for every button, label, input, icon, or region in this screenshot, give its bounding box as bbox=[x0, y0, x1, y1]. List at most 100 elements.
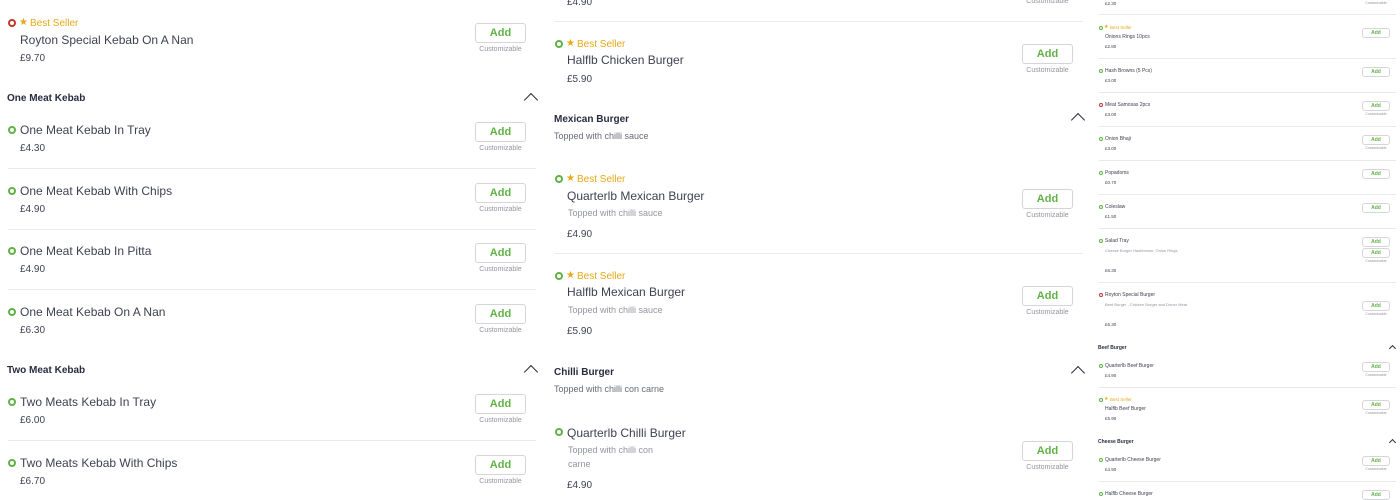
item-price: £3.00 bbox=[1105, 112, 1117, 117]
item-description: Beef Burger , Chicken Burger and Doner M… bbox=[1105, 302, 1188, 307]
star-icon: ★ bbox=[566, 38, 575, 49]
add-button[interactable]: Add bbox=[475, 243, 526, 263]
section-subtitle: Topped with chilli sauce bbox=[554, 131, 649, 141]
add-button[interactable]: Add bbox=[1362, 490, 1390, 500]
add-button[interactable]: Add bbox=[475, 304, 526, 324]
item-name: Two Meats Kebab With Chips bbox=[20, 456, 178, 470]
add-button[interactable]: Add bbox=[1362, 135, 1390, 145]
divider bbox=[555, 253, 1083, 254]
customizable-label: Customizable bbox=[1365, 373, 1387, 377]
section-title[interactable]: Mexican Burger bbox=[554, 114, 629, 125]
divider bbox=[1099, 126, 1396, 127]
nonveg-icon bbox=[1099, 103, 1103, 107]
section-title[interactable]: Two Meat Kebab bbox=[7, 365, 85, 376]
divider bbox=[1099, 228, 1396, 229]
veg-icon bbox=[8, 126, 16, 134]
add-button[interactable]: Add bbox=[1362, 301, 1390, 311]
add-button[interactable]: Add bbox=[1022, 441, 1073, 461]
item-description: Cheese Burger Hashbrown, Onion Rings bbox=[1105, 248, 1178, 253]
customizable-label: Customizable bbox=[479, 46, 522, 53]
veg-icon bbox=[1099, 69, 1103, 73]
item-name: Coleslaw bbox=[1105, 204, 1126, 210]
veg-icon bbox=[1099, 364, 1103, 368]
add-button[interactable]: Add bbox=[1362, 28, 1390, 38]
add-button[interactable]: Add bbox=[475, 23, 526, 43]
add-button[interactable]: Add bbox=[1362, 456, 1390, 466]
veg-icon bbox=[8, 459, 16, 467]
add-button[interactable]: Add bbox=[1362, 101, 1390, 111]
item-price: £4.90 bbox=[567, 229, 593, 240]
customizable-label: Customizable bbox=[1026, 0, 1069, 5]
item-price: £4.90 bbox=[1105, 373, 1117, 378]
chevron-up-icon[interactable] bbox=[523, 92, 539, 108]
customizable-label: Customizable bbox=[1365, 259, 1387, 263]
item-name: Quarterlb Mexican Burger bbox=[567, 189, 705, 203]
divider bbox=[1099, 282, 1396, 283]
divider bbox=[1099, 387, 1396, 388]
item-price: £5.90 bbox=[1105, 416, 1117, 421]
chevron-up-icon[interactable] bbox=[1388, 344, 1397, 353]
add-button[interactable]: Add bbox=[1022, 286, 1073, 306]
section-title[interactable]: Cheese Burger bbox=[1098, 439, 1134, 445]
item-name: Quarterlb Cheese Burger bbox=[1105, 457, 1161, 463]
add-button[interactable]: Add bbox=[475, 394, 526, 414]
item-price: £5.90 bbox=[567, 74, 593, 85]
customizable-label: Customizable bbox=[1365, 312, 1387, 316]
veg-icon bbox=[1099, 398, 1103, 402]
veg-icon bbox=[1099, 137, 1103, 141]
chevron-up-icon[interactable] bbox=[1070, 365, 1086, 381]
item-price: £4.90 bbox=[567, 480, 593, 491]
chevron-up-icon[interactable] bbox=[1388, 438, 1397, 447]
nonveg-icon bbox=[1099, 293, 1103, 297]
add-button[interactable]: Add bbox=[475, 183, 526, 203]
item-name: Popadoms bbox=[1105, 170, 1129, 176]
veg-icon bbox=[555, 40, 563, 48]
item-price: £6.30 bbox=[1105, 322, 1117, 327]
divider bbox=[1099, 14, 1396, 15]
divider bbox=[1099, 194, 1396, 195]
item-price: £4.90 bbox=[567, 0, 593, 8]
item-price: £1.50 bbox=[1105, 214, 1117, 219]
customizable-label: Customizable bbox=[1365, 112, 1387, 116]
item-price: £6.30 bbox=[20, 325, 46, 336]
item-price: £9.70 bbox=[20, 53, 46, 64]
add-button[interactable]: Add bbox=[475, 122, 526, 142]
veg-icon bbox=[1099, 239, 1103, 243]
star-icon: ★ bbox=[566, 173, 575, 184]
item-price: £3.00 bbox=[1105, 78, 1117, 83]
add-button[interactable]: Add bbox=[1362, 237, 1390, 247]
divider bbox=[1099, 481, 1396, 482]
add-button[interactable]: Add bbox=[1362, 248, 1390, 258]
chevron-up-icon[interactable] bbox=[523, 364, 539, 380]
section-title[interactable]: One Meat Kebab bbox=[7, 93, 85, 104]
add-button[interactable]: Add bbox=[1362, 203, 1390, 213]
add-button[interactable]: Add bbox=[1362, 400, 1390, 410]
item-name: One Meat Kebab With Chips bbox=[20, 184, 173, 198]
add-button[interactable]: Add bbox=[475, 455, 526, 475]
item-price: £0.70 bbox=[1105, 180, 1117, 185]
item-name: Halflb Mexican Burger bbox=[567, 285, 686, 299]
chevron-up-icon[interactable] bbox=[1070, 112, 1086, 128]
add-button[interactable]: Add bbox=[1362, 67, 1390, 77]
item-price: £6.00 bbox=[20, 415, 46, 426]
item-name: Hash Browns (5 Pcs) bbox=[1105, 68, 1152, 74]
customizable-label: Customizable bbox=[1365, 411, 1387, 415]
add-button[interactable]: Add bbox=[1022, 44, 1073, 64]
item-name: Salad Tray bbox=[1105, 238, 1129, 244]
veg-icon bbox=[1099, 458, 1103, 462]
add-button[interactable]: Add bbox=[1022, 189, 1073, 209]
section-title[interactable]: Beef Burger bbox=[1098, 345, 1127, 351]
best-seller-tag: Best Seller bbox=[577, 174, 626, 185]
add-button[interactable]: Add bbox=[1362, 169, 1390, 179]
item-name: Royton Special Kebab On A Nan bbox=[20, 33, 194, 47]
item-price: £4.30 bbox=[20, 143, 46, 154]
star-icon: ★ bbox=[566, 270, 575, 281]
customizable-label: Customizable bbox=[1026, 212, 1069, 219]
divider bbox=[1099, 58, 1396, 59]
item-description: Topped with chilli sauce bbox=[568, 305, 663, 315]
customizable-label: Customizable bbox=[479, 206, 522, 213]
item-price: £2.30 bbox=[1105, 1, 1117, 6]
add-button[interactable]: Add bbox=[1362, 362, 1390, 372]
section-title[interactable]: Chilli Burger bbox=[554, 367, 614, 378]
veg-icon bbox=[1099, 492, 1103, 496]
